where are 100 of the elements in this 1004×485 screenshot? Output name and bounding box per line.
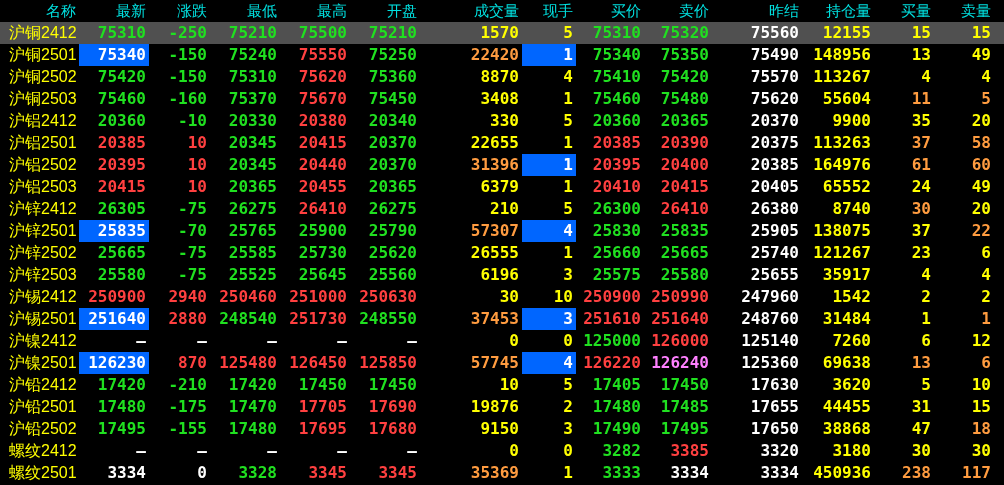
table-cell-text: 138075 (812, 220, 872, 242)
table-cell-text: 31 (910, 396, 932, 418)
table-cell-text: 125850 (358, 352, 418, 374)
table-cell-text: 25620 (367, 242, 418, 264)
table-cell-text: 0 (562, 440, 574, 462)
table-cell-text: 20390 (659, 132, 710, 154)
table-cell-text: 126000 (650, 330, 710, 352)
table-row[interactable]: 沪铅2501 17480 -175 17470 17705 17690 19876 2 17480 17485 17655 44455 31 15 (0, 396, 1004, 418)
table-cell-text: 12 (970, 330, 992, 352)
table-cell-text: 5 (562, 198, 574, 220)
table-cell-text: 20340 (367, 110, 418, 132)
table-cell-text: 121267 (812, 242, 872, 264)
column-header[interactable]: 涨跌 (149, 1, 210, 21)
table-cell-text: 20360 (96, 110, 147, 132)
table-cell-text: 4 (980, 264, 992, 286)
table-cell-text: 61 (910, 154, 932, 176)
table-row[interactable]: 沪锡2501 251640 2880 248540 251730 248550 37453 3 251610 251640 248760 31484 1 1 (0, 308, 1004, 330)
table-cell-text: 25645 (297, 264, 348, 286)
column-header[interactable]: 持仓量 (802, 1, 874, 21)
table-row[interactable]: 沪铜2501 75340 -150 75240 75550 75250 22420 1 75340 75350 75490 148956 13 49 (0, 44, 1004, 66)
table-cell-text: 3620 (831, 374, 872, 396)
table-row[interactable]: 螺纹2412 — — — — — 0 0 3282 3385 3320 3180 30 30 (0, 440, 1004, 462)
column-header[interactable]: 名称 (0, 1, 79, 21)
table-cell-text: 10 (186, 176, 208, 198)
table-row[interactable]: 沪铅2502 17495 -155 17480 17695 17680 9150 3 17490 17495 17650 38868 47 18 (0, 418, 1004, 440)
table-cell-text: 17480 (591, 396, 642, 418)
table-cell-text: 47 (910, 418, 932, 440)
table-row[interactable]: 沪铝2502 20395 10 20345 20440 20370 31396 1 20395 20400 20385 164976 61 60 (0, 154, 1004, 176)
contract-name: 沪铝2412 (8, 110, 78, 131)
table-cell-text: 0 (196, 462, 208, 484)
table-cell-text: 30 (910, 198, 932, 220)
table-cell-text: — (336, 330, 348, 352)
column-header[interactable]: 开盘 (350, 1, 420, 21)
table-cell-text: 75480 (659, 88, 710, 110)
table-cell-text: 26410 (297, 198, 348, 220)
table-cell-text: 0 (508, 440, 520, 462)
table-row[interactable]: 沪铝2503 20415 10 20365 20455 20365 6379 1 20410 20415 20405 65552 24 49 (0, 176, 1004, 198)
table-cell-text: 30 (498, 286, 520, 308)
table-cell-text: 0 (562, 330, 574, 352)
table-row[interactable]: 沪锌2412 26305 -75 26275 26410 26275 210 5 26300 26410 26380 8740 30 20 (0, 198, 1004, 220)
column-header[interactable]: 最高 (280, 1, 350, 21)
table-cell-text: 4 (920, 264, 932, 286)
table-row[interactable]: 沪锌2502 25665 -75 25585 25730 25620 26555 1 25660 25665 25740 121267 23 6 (0, 242, 1004, 264)
table-cell-text: 17405 (591, 374, 642, 396)
table-row[interactable]: 沪镍2501 126230 870 125480 126450 125850 57745 4 126220 126240 125360 69638 13 6 (0, 352, 1004, 374)
table-cell-text: 20440 (297, 154, 348, 176)
table-cell-text: 126450 (288, 352, 348, 374)
column-header[interactable]: 买价 (576, 1, 644, 21)
table-cell-text: 9150 (479, 418, 520, 440)
table-cell-text: 6379 (479, 176, 520, 198)
table-row[interactable]: 沪镍2412 — — — — — 0 0 125000 126000 125140 7260 6 12 (0, 330, 1004, 352)
table-cell-text: 8870 (479, 66, 520, 88)
table-cell-text: — (135, 330, 147, 352)
contract-name: 沪铝2502 (8, 154, 78, 175)
table-cell-text: 6 (980, 352, 992, 374)
table-row[interactable]: 沪铝2501 20385 10 20345 20415 20370 22655 1 20385 20390 20375 113263 37 58 (0, 132, 1004, 154)
table-cell-text: 20385 (591, 132, 642, 154)
column-header[interactable]: 最新 (79, 1, 149, 21)
column-header[interactable]: 成交量 (420, 1, 522, 21)
contract-name: 沪铅2502 (8, 418, 78, 439)
table-cell-text: -250 (167, 22, 208, 44)
column-header[interactable]: 现手 (522, 1, 576, 21)
column-header[interactable]: 昨结 (712, 1, 802, 21)
table-cell-text: — (196, 440, 208, 462)
table-cell-text: 20415 (297, 132, 348, 154)
table-cell-text: 5 (562, 374, 574, 396)
table-cell-text: 75620 (297, 66, 348, 88)
table-cell-text: 15 (970, 22, 992, 44)
table-row[interactable]: 沪锌2503 25580 -75 25525 25645 25560 6196 3 25575 25580 25655 35917 4 4 (0, 264, 1004, 286)
table-cell-text: 20330 (227, 110, 278, 132)
table-cell-text: 30 (910, 440, 932, 462)
table-cell: 25835 (79, 220, 149, 242)
table-cell-text: 44455 (821, 396, 872, 418)
table-row[interactable]: 螺纹2501 3334 0 3328 3345 3345 35369 1 3333 3334 3334 450936 238 117 (0, 462, 1004, 484)
table-row[interactable]: 沪铝2412 20360 -10 20330 20380 20340 330 5 20360 20365 20370 9900 35 20 (0, 110, 1004, 132)
table-row[interactable]: 沪锡2412 250900 2940 250460 251000 250630 30 10 250900 250990 247960 1542 2 2 (0, 286, 1004, 308)
table-cell-text: 5 (980, 88, 992, 110)
table-cell-text: 248760 (740, 308, 800, 330)
column-header[interactable]: 卖价 (644, 1, 712, 21)
table-row[interactable]: 沪锌2501 25835 -70 25765 25900 25790 57307 4 25830 25835 25905 138075 37 22 (0, 220, 1004, 242)
table-cell-text: 13 (910, 44, 932, 66)
table-cell-text: 3345 (377, 462, 418, 484)
table-cell-text: 3320 (759, 440, 800, 462)
table-cell-text: 26300 (591, 198, 642, 220)
table-cell-text: 75550 (297, 44, 348, 66)
table-cell-text: 5 (562, 22, 574, 44)
column-header[interactable]: 卖量 (934, 1, 994, 21)
column-header[interactable]: 买量 (874, 1, 934, 21)
table-cell-text: 60 (970, 154, 992, 176)
table-cell-text: — (196, 330, 208, 352)
table-row[interactable]: 沪铜2412 75310 -250 75210 75500 75210 1570 5 75310 75320 75560 12155 15 15 (0, 22, 1004, 44)
table-cell-text: 250900 (582, 286, 642, 308)
table-cell-text: 75350 (659, 44, 710, 66)
table-row[interactable]: 沪铜2502 75420 -150 75310 75620 75360 8870 4 75410 75420 75570 113267 4 4 (0, 66, 1004, 88)
table-cell-text: 17420 (227, 374, 278, 396)
table-cell-text: 20410 (591, 176, 642, 198)
column-header[interactable]: 最低 (210, 1, 280, 21)
table-cell-text: 20455 (297, 176, 348, 198)
table-row[interactable]: 沪铅2412 17420 -210 17420 17450 17450 10 5 17405 17450 17630 3620 5 10 (0, 374, 1004, 396)
table-row[interactable]: 沪铜2503 75460 -160 75370 75670 75450 3408 1 75460 75480 75620 55604 11 5 (0, 88, 1004, 110)
